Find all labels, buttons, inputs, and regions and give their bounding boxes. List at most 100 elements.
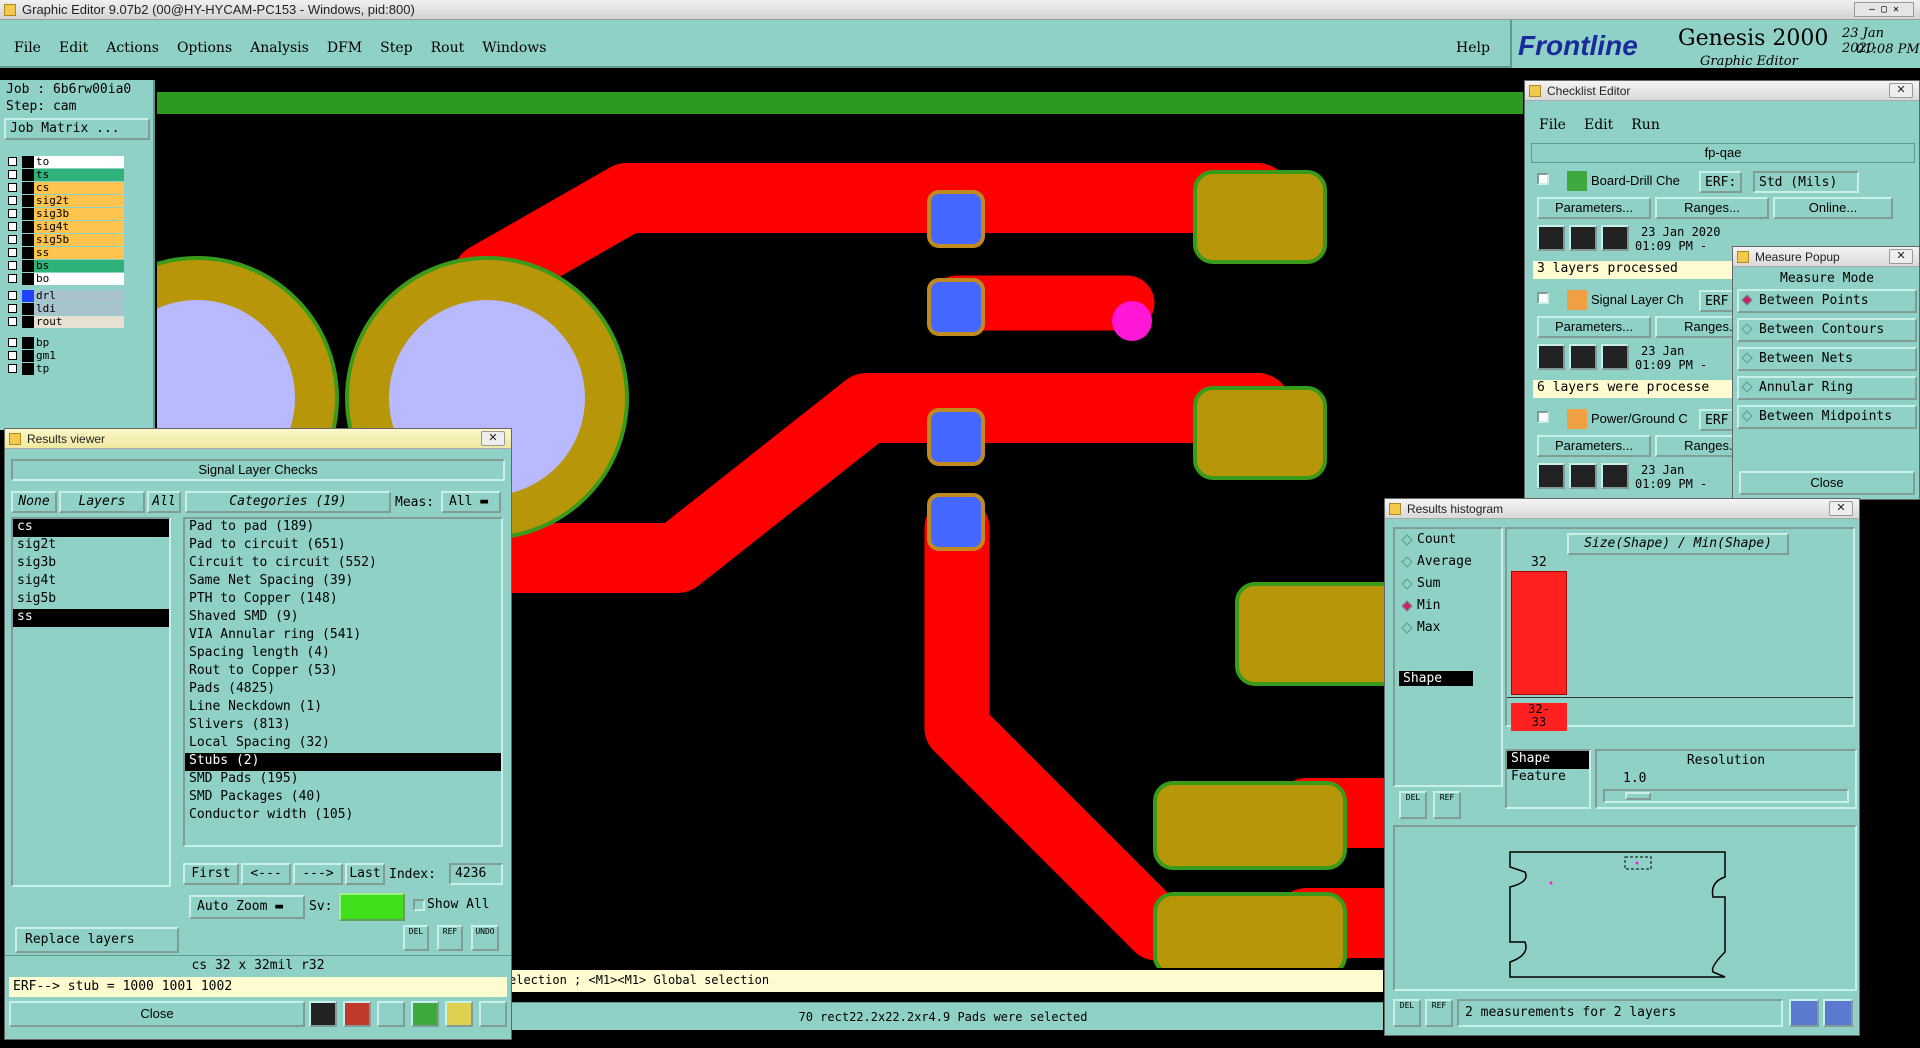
layer-checkbox[interactable] (8, 248, 17, 257)
run-icon[interactable] (1601, 344, 1629, 370)
layer-checkbox[interactable] (8, 364, 17, 373)
layer-row[interactable]: tp (4, 363, 124, 376)
category-item[interactable]: Slivers (813) (185, 717, 501, 735)
layer-row[interactable]: gm1 (4, 350, 124, 363)
show-all-checkbox[interactable] (413, 899, 425, 911)
layer-row[interactable]: bo (4, 273, 124, 286)
layer-checkbox[interactable] (8, 261, 17, 270)
run-icon[interactable] (1537, 344, 1565, 370)
measure-mode-option[interactable]: Between Nets (1737, 347, 1917, 371)
ref-button[interactable]: REF (437, 925, 463, 951)
measure-mode-option[interactable]: Annular Ring (1737, 376, 1917, 400)
category-item[interactable]: Line Neckdown (1) (185, 699, 501, 717)
menu-dfm[interactable]: DFM (327, 40, 362, 56)
result-layer-item[interactable]: sig5b (13, 591, 169, 609)
layer-checkbox[interactable] (8, 338, 17, 347)
hist-group-list[interactable]: Shape Feature (1505, 749, 1591, 809)
category-item[interactable]: Stubs (2) (185, 753, 501, 771)
check-enable-checkbox[interactable] (1537, 173, 1549, 185)
run-icon[interactable] (1537, 225, 1565, 251)
hist-mode-option[interactable]: Sum (1395, 573, 1501, 595)
undo-button[interactable]: UNDO (471, 925, 499, 951)
hist-ref-button[interactable]: REF (1433, 791, 1461, 819)
hist-mode-option[interactable]: Min (1395, 595, 1501, 617)
result-layer-item[interactable]: cs (13, 519, 169, 537)
run-icon[interactable] (1601, 225, 1629, 251)
category-item[interactable]: SMD Packages (40) (185, 789, 501, 807)
category-item[interactable]: PTH to Copper (148) (185, 591, 501, 609)
layer-checkbox[interactable] (8, 304, 17, 313)
check-name[interactable]: Power/Ground C (1591, 411, 1688, 426)
run-icon[interactable] (1569, 344, 1597, 370)
last-button[interactable]: Last (345, 863, 385, 885)
job-matrix-button[interactable]: Job Matrix ... (4, 118, 150, 140)
index-input[interactable]: 4236 (449, 863, 503, 885)
measure-mode-option[interactable]: Between Contours (1737, 318, 1917, 342)
check-enable-checkbox[interactable] (1537, 411, 1549, 423)
check-ranges-button[interactable]: Ranges... (1655, 197, 1769, 219)
category-item[interactable]: Pad to pad (189) (185, 519, 501, 537)
list-shape-label[interactable]: Shape (1399, 671, 1473, 686)
layer-row[interactable]: drl (4, 290, 124, 303)
menu-actions[interactable]: Actions (106, 40, 159, 56)
hist-del-button[interactable]: DEL (1399, 791, 1427, 819)
menu-file[interactable]: File (14, 40, 41, 56)
layer-checkbox[interactable] (8, 157, 17, 166)
close-icon[interactable]: ✕ (1829, 501, 1853, 516)
sv-color-dropdown[interactable] (339, 893, 405, 921)
close-icon[interactable]: ✕ (1889, 83, 1913, 98)
menu-options[interactable]: Options (177, 40, 232, 56)
layer-checkbox[interactable] (8, 235, 17, 244)
layer-list[interactable]: cs sig2t sig3b sig4t sig5b ss (11, 517, 171, 887)
checklist-menu-run[interactable]: Run (1631, 117, 1660, 133)
std-field[interactable]: Std (Mils) (1753, 171, 1859, 193)
group-item[interactable]: Shape (1507, 751, 1589, 769)
category-item[interactable]: Spacing length (4) (185, 645, 501, 663)
category-item[interactable]: SMD Pads (195) (185, 771, 501, 789)
run-icon[interactable] (1601, 463, 1629, 489)
first-button[interactable]: First (183, 863, 239, 885)
hist-mode-option[interactable]: Count (1395, 529, 1501, 551)
layer-row[interactable]: sig5b (4, 234, 124, 247)
check-params-button[interactable]: Parameters... (1537, 435, 1651, 457)
menu-step[interactable]: Step (380, 40, 412, 56)
all-button[interactable]: All (147, 491, 181, 513)
measure-close-button[interactable]: Close (1739, 471, 1915, 495)
category-item[interactable]: Same Net Spacing (39) (185, 573, 501, 591)
result-layer-item[interactable]: sig2t (13, 537, 169, 555)
menu-windows[interactable]: Windows (482, 40, 546, 56)
layer-checkbox[interactable] (8, 209, 17, 218)
layer-checkbox[interactable] (8, 351, 17, 360)
layer-row[interactable]: rout (4, 316, 124, 329)
hist-mode-option[interactable]: Average (1395, 551, 1501, 573)
category-item[interactable]: Pad to circuit (651) (185, 537, 501, 555)
export-icon[interactable] (1789, 999, 1819, 1027)
result-layer-item[interactable]: ss (13, 609, 169, 627)
category-item[interactable]: VIA Annular ring (541) (185, 627, 501, 645)
resolution-slider[interactable] (1603, 789, 1849, 803)
layer-checkbox[interactable] (8, 222, 17, 231)
window-controls[interactable]: ‒ ▢ ✕ (1854, 2, 1914, 17)
checklist-menu-edit[interactable]: Edit (1584, 117, 1613, 133)
checklist-menu-file[interactable]: File (1539, 117, 1566, 133)
check-params-button[interactable]: Parameters... (1537, 197, 1651, 219)
layer-row[interactable]: ldi (4, 303, 124, 316)
hist-bar[interactable] (1511, 571, 1567, 695)
measure-mode-option[interactable]: Between Points (1737, 289, 1917, 313)
close-icon[interactable]: ✕ (481, 431, 505, 446)
layer-row[interactable]: bp (4, 337, 124, 350)
board-preview[interactable] (1393, 825, 1857, 991)
check-params-button[interactable]: Parameters... (1537, 316, 1651, 338)
group-item[interactable]: Feature (1507, 769, 1589, 787)
menu-edit[interactable]: Edit (59, 40, 88, 56)
layer-checkbox[interactable] (8, 317, 17, 326)
next-button[interactable]: ---> (293, 863, 343, 885)
layer-checkbox[interactable] (8, 196, 17, 205)
none-button[interactable]: None (11, 491, 57, 513)
layer-row[interactable]: bs (4, 260, 124, 273)
layer-row[interactable]: ts (4, 169, 124, 182)
close-button[interactable]: Close (9, 1001, 305, 1027)
result-layer-item[interactable]: sig4t (13, 573, 169, 591)
options-icon[interactable] (1823, 999, 1853, 1027)
category-item[interactable]: Shaved SMD (9) (185, 609, 501, 627)
